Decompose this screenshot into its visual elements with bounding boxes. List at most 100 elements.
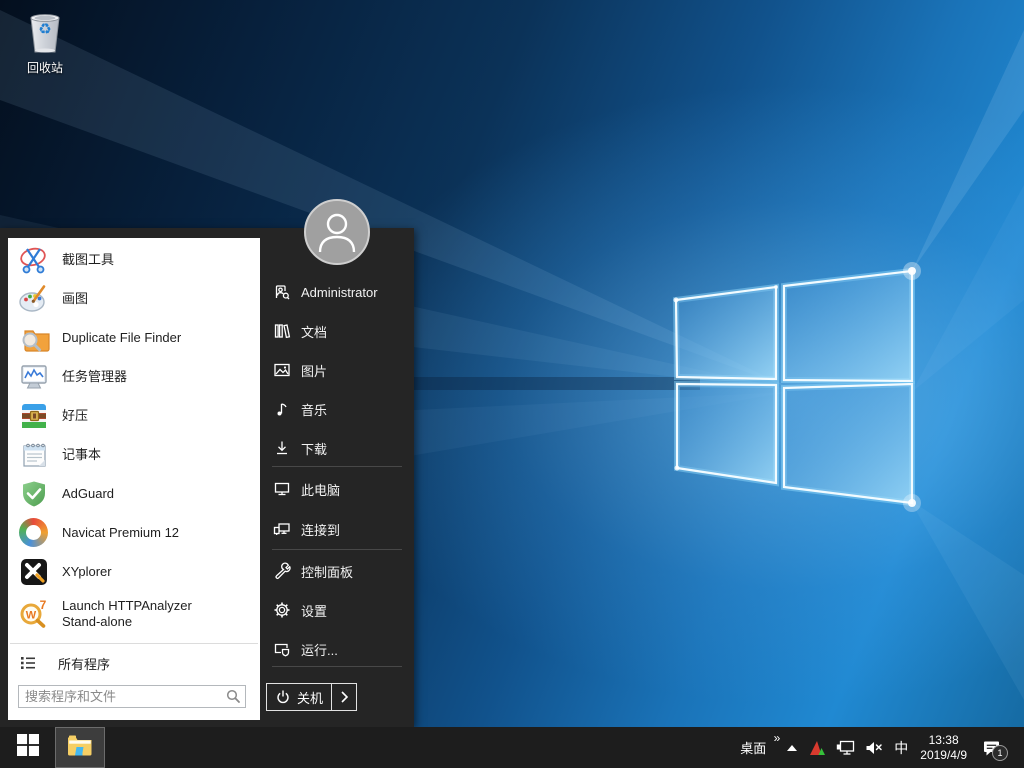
snipping-tool-icon [18,244,50,276]
run-label: 运行... [301,640,338,659]
connect-to-label: 连接到 [301,520,340,539]
recycle-bin-label: 回收站 [10,59,80,76]
this-pc-item[interactable]: 此电脑 [260,479,414,499]
program-list-divider [10,643,258,644]
places-divider [272,549,402,550]
adguard-icon [18,478,50,510]
program-item-httpanalyzer[interactable]: W 7 Launch HTTPAnalyzer Stand-alone [8,593,260,635]
program-item-label: Duplicate File Finder [62,330,181,346]
svg-text:7: 7 [40,598,47,612]
start-menu-program-list: 截图工具 画图 [8,238,260,720]
program-item-notepad[interactable]: 记事本 [8,437,260,473]
program-item-xyplorer[interactable]: XYplorer [8,554,260,590]
user-icon [273,283,291,301]
duplicate-file-finder-icon [18,322,50,354]
windows-logo-icon [17,734,39,761]
desktop-toolbar-button[interactable]: 桌面 » [735,727,780,768]
program-item-duplicate-file-finder[interactable]: Duplicate File Finder [8,320,260,356]
program-item-label: 画图 [62,291,88,307]
documents-label: 文档 [301,322,327,341]
music-item[interactable]: 音乐 [260,399,414,419]
system-tray: 桌面 » [735,727,1024,768]
haozip-icon [18,400,50,432]
user-account-label: Administrator [301,285,378,300]
program-item-label: Navicat Premium 12 [62,525,179,541]
settings-item[interactable]: 设置 [260,600,414,620]
action-center-button[interactable]: 1 [974,727,1010,768]
task-manager-icon [18,361,50,393]
desktop-toolbar-label: 桌面 [740,738,766,757]
taskbar: 桌面 » [0,727,1024,768]
documents-item[interactable]: 文档 [260,321,414,341]
program-item-haozip[interactable]: 好压 [8,398,260,434]
toolbar-overflow-chevron[interactable]: » [774,731,781,745]
recycle-bin-shortcut[interactable]: ♻ 回收站 [10,10,80,76]
file-explorer-taskbar-button[interactable] [55,727,105,768]
pictures-label: 图片 [301,361,327,380]
music-icon [273,400,291,418]
program-item-label: AdGuard [62,486,114,502]
xyplorer-icon [18,556,50,588]
connect-to-item[interactable]: 连接到 [260,519,414,539]
gpu-utility-tray-icon[interactable] [804,727,831,768]
program-item-label: Launch HTTPAnalyzer Stand-alone [62,598,232,630]
svg-text:W: W [26,610,37,622]
paint-icon [18,283,50,315]
navicat-icon [18,517,50,549]
user-avatar[interactable] [303,198,371,266]
program-item-label: 记事本 [62,447,101,463]
file-explorer-icon [66,733,94,762]
run-item[interactable]: 运行... [260,639,414,659]
shutdown-label: 关机 [297,688,331,707]
control-panel-item[interactable]: 控制面板 [260,561,414,581]
user-account-item[interactable]: Administrator [260,282,414,302]
program-item-label: 好压 [62,408,88,424]
all-programs-button[interactable]: 所有程序 [8,650,260,676]
show-hidden-icons-button[interactable] [780,727,804,768]
program-item-paint[interactable]: 画图 [8,281,260,317]
music-label: 音乐 [301,400,327,419]
start-menu: 截图工具 画图 [0,228,414,727]
power-icon [275,689,291,705]
program-item-label: 截图工具 [62,252,114,268]
clock-date: 2019/4/9 [920,748,967,763]
program-item-navicat[interactable]: Navicat Premium 12 [8,515,260,551]
chevron-up-icon [785,743,799,753]
pictures-item[interactable]: 图片 [260,360,414,380]
recycle-bin-icon: ♻ [22,10,68,56]
start-button[interactable] [0,727,55,768]
downloads-item[interactable]: 下载 [260,438,414,458]
this-pc-icon [273,480,291,498]
start-search [18,685,246,708]
clock-time: 13:38 [929,733,959,748]
control-panel-icon [273,562,291,580]
downloads-label: 下载 [301,439,327,458]
this-pc-label: 此电脑 [301,480,340,499]
recycle-arrows-glyph: ♻ [22,20,68,38]
shutdown-options-chevron[interactable] [332,689,356,705]
settings-label: 设置 [301,601,327,620]
connect-to-icon [273,520,291,538]
notepad-icon [18,439,50,471]
volume-muted-tray-icon[interactable] [860,727,889,768]
shutdown-button[interactable]: 关机 [266,683,357,711]
places-divider [272,466,402,467]
start-menu-places: Administrator 文档 图片 [260,228,414,727]
notification-count-badge: 1 [992,745,1008,761]
control-panel-label: 控制面板 [301,562,353,581]
search-icon [225,688,241,704]
program-item-task-manager[interactable]: 任务管理器 [8,359,260,395]
httpanalyzer-icon: W 7 [18,598,50,630]
input-method-indicator[interactable]: 中 [889,727,913,768]
all-programs-list-icon [20,655,36,671]
places-divider [272,666,402,667]
program-item-label: 任务管理器 [62,369,127,385]
documents-icon [273,322,291,340]
program-item-adguard[interactable]: AdGuard [8,476,260,512]
search-input[interactable] [18,685,246,708]
program-item-label: XYplorer [62,564,112,580]
network-tray-icon[interactable] [831,727,860,768]
settings-gear-icon [273,601,291,619]
program-item-snipping-tool[interactable]: 截图工具 [8,242,260,278]
taskbar-clock[interactable]: 13:38 2019/4/9 [913,727,974,768]
